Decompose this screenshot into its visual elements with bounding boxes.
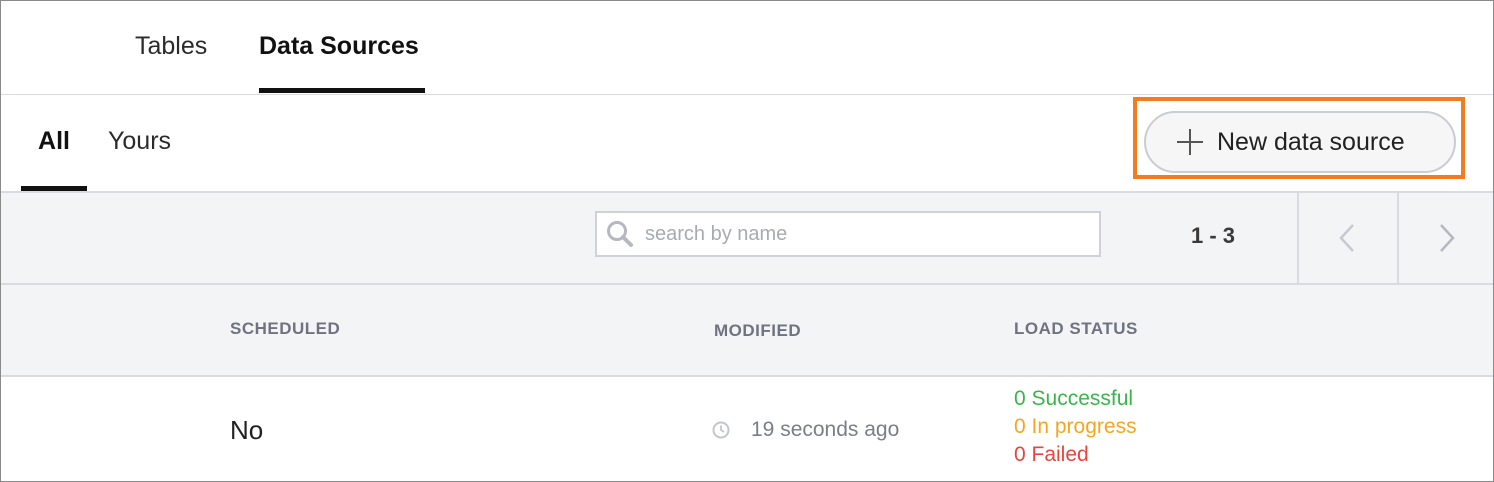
status-in-progress: 0 In progress bbox=[1014, 415, 1137, 438]
filter-row: All Yours New data source bbox=[1, 95, 1493, 193]
pagination-range: 1 - 3 bbox=[1191, 223, 1236, 248]
data-sources-page: Tables Data Sources All Yours New data s… bbox=[0, 0, 1494, 482]
next-page-button[interactable] bbox=[1397, 193, 1493, 283]
status-successful: 0 Successful bbox=[1014, 387, 1134, 410]
tab-tables[interactable]: Tables bbox=[135, 1, 207, 93]
column-header-scheduled[interactable]: SCHEDULED bbox=[230, 319, 340, 339]
search-box[interactable] bbox=[595, 211, 1101, 257]
table-row[interactable]: No 19 seconds ago 0 Successful 0 In prog… bbox=[1, 377, 1493, 481]
modified-time: 19 seconds ago bbox=[751, 418, 900, 441]
modified-cell: 19 seconds ago bbox=[712, 418, 899, 442]
active-tab-indicator bbox=[259, 88, 425, 93]
new-data-source-label: New data source bbox=[1217, 127, 1405, 156]
column-header-modified[interactable]: MODIFIED bbox=[714, 321, 801, 341]
search-icon bbox=[607, 221, 633, 247]
status-failed: 0 Failed bbox=[1014, 443, 1089, 466]
filter-tab-all-label: All bbox=[38, 127, 70, 155]
table-header: SCHEDULED MODIFIED LOAD STATUS bbox=[1, 285, 1493, 377]
toolbar: 1 - 3 bbox=[1, 193, 1493, 285]
tab-data-sources-label: Data Sources bbox=[259, 32, 419, 60]
new-data-source-button[interactable]: New data source bbox=[1144, 111, 1456, 173]
plus-icon bbox=[1177, 129, 1203, 155]
chevron-left-icon bbox=[1339, 224, 1354, 252]
search-input[interactable] bbox=[643, 221, 1077, 247]
scheduled-cell: No bbox=[230, 415, 264, 445]
filter-tab-yours[interactable]: Yours bbox=[108, 95, 171, 189]
load-status-cell: 0 Successful 0 In progress 0 Failed bbox=[1014, 385, 1137, 469]
filter-tab-all[interactable]: All bbox=[21, 95, 87, 191]
active-filter-indicator bbox=[21, 186, 87, 191]
clock-icon bbox=[712, 421, 730, 439]
previous-page-button[interactable] bbox=[1297, 193, 1395, 283]
column-header-load-status[interactable]: LOAD STATUS bbox=[1014, 319, 1138, 339]
chevron-right-icon bbox=[1440, 224, 1455, 252]
tab-data-sources[interactable]: Data Sources bbox=[259, 1, 425, 93]
top-tab-bar: Tables Data Sources bbox=[1, 1, 1493, 95]
